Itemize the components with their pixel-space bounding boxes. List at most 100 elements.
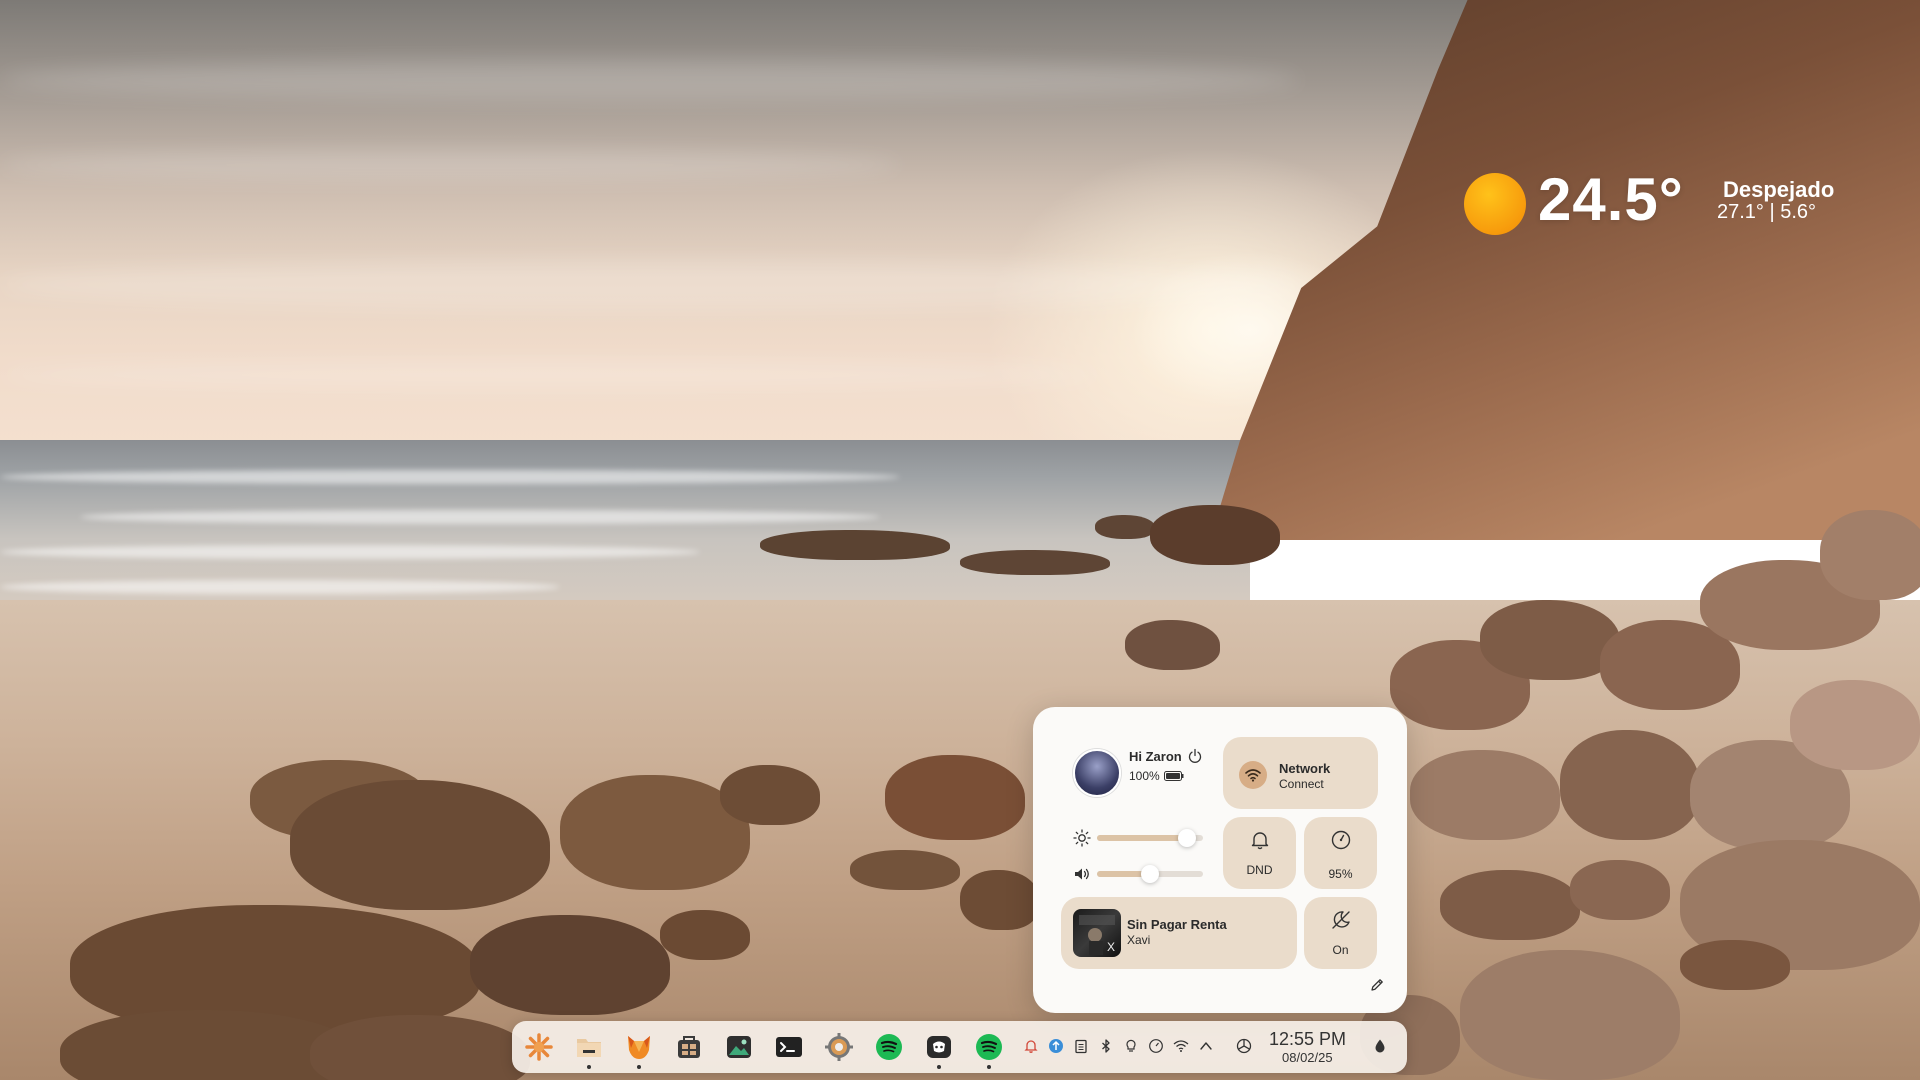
- rock: [1560, 730, 1700, 840]
- dnd-label: DND: [1246, 863, 1273, 877]
- running-indicator: [937, 1065, 941, 1069]
- chat-button[interactable]: [922, 1030, 956, 1069]
- store-button[interactable]: [672, 1030, 706, 1064]
- brightness-slider-knob[interactable]: [1178, 829, 1197, 847]
- rock: [885, 755, 1025, 840]
- rock: [1410, 750, 1560, 840]
- brightness-slider[interactable]: [1097, 829, 1203, 847]
- track-artist: Xavi: [1127, 933, 1151, 947]
- bell-icon: [1251, 832, 1269, 850]
- weather-condition: Despejado: [1723, 177, 1835, 202]
- running-indicator: [987, 1065, 991, 1069]
- rock: [1480, 600, 1620, 680]
- wave: [0, 580, 560, 594]
- image-viewer-button[interactable]: [722, 1030, 756, 1064]
- track-title: Sin Pagar Renta: [1127, 917, 1227, 932]
- rock: [1570, 860, 1670, 920]
- clock-date[interactable]: 08/02/25: [1282, 1050, 1333, 1065]
- dnd-tile[interactable]: DND: [1223, 817, 1296, 889]
- running-indicator: [637, 1065, 641, 1069]
- battery-icon: [1164, 771, 1184, 781]
- rock: [1680, 940, 1790, 990]
- sea: [0, 440, 1250, 620]
- rock: [1125, 620, 1220, 670]
- power-profile-icon[interactable]: [1148, 1038, 1164, 1054]
- cloud: [0, 360, 1100, 390]
- lightbulb-icon[interactable]: [1123, 1038, 1139, 1054]
- terminal-icon: [776, 1037, 802, 1057]
- rock: [1150, 505, 1280, 565]
- night-light-label: On: [1332, 943, 1349, 957]
- network-subtitle: Connect: [1279, 777, 1324, 791]
- gauge-icon: [1331, 830, 1351, 850]
- store-icon: [678, 1036, 700, 1058]
- folder-icon: [577, 1039, 601, 1057]
- firefox-icon: [628, 1036, 650, 1059]
- launcher-button[interactable]: [522, 1030, 556, 1064]
- network-title: Network: [1279, 761, 1331, 776]
- running-indicator: [587, 1065, 591, 1069]
- taskbar: 12:55 PM 08/02/25: [512, 1021, 1407, 1073]
- rock: [470, 915, 670, 1015]
- sun-icon: [1464, 173, 1526, 235]
- update-icon[interactable]: [1048, 1038, 1064, 1054]
- media-player-tile[interactable]: X Sin Pagar Renta Xavi: [1061, 897, 1297, 969]
- desktop-wallpaper: [0, 0, 1920, 1080]
- settings-icon: [825, 1033, 853, 1061]
- rock: [1460, 950, 1680, 1080]
- cloud: [0, 60, 1300, 100]
- bluetooth-icon[interactable]: [1098, 1038, 1114, 1054]
- rock: [720, 765, 820, 825]
- settings-cog-icon[interactable]: [1235, 1037, 1253, 1055]
- spotify-icon: [976, 1034, 1002, 1060]
- cloud: [0, 150, 900, 180]
- wave: [0, 545, 700, 559]
- avatar[interactable]: [1073, 749, 1121, 797]
- cloud: [0, 260, 1300, 310]
- spotify-icon: [876, 1034, 902, 1060]
- chevron-up-icon[interactable]: [1198, 1038, 1214, 1054]
- rock: [1790, 680, 1920, 770]
- clipboard-icon[interactable]: [1073, 1038, 1089, 1054]
- rock: [1820, 510, 1920, 600]
- power-icon[interactable]: [1187, 748, 1203, 764]
- terminal-button[interactable]: [772, 1030, 806, 1064]
- wave: [80, 510, 880, 524]
- rock: [760, 530, 950, 560]
- wifi-icon: [1239, 761, 1267, 789]
- wave: [0, 470, 900, 484]
- spotify-button[interactable]: [972, 1030, 1006, 1069]
- svg-text:X: X: [1107, 940, 1115, 954]
- battery-percent: 100%: [1129, 769, 1160, 783]
- rock: [850, 850, 960, 890]
- image-icon: [727, 1036, 751, 1058]
- volume-slider-knob[interactable]: [1141, 865, 1159, 883]
- rock: [1095, 515, 1155, 539]
- rock: [1440, 870, 1580, 940]
- album-art[interactable]: X: [1073, 909, 1121, 957]
- files-button[interactable]: [572, 1030, 606, 1069]
- control-center: Hi Zaron 100% Network Connect DND 95% X …: [1033, 707, 1407, 1013]
- brightness-slider-fill: [1097, 835, 1188, 841]
- brightness-icon: [1073, 829, 1091, 847]
- night-light-icon: [1332, 911, 1350, 929]
- notification-icon[interactable]: [1023, 1038, 1039, 1054]
- weather-temperature: 24.5°: [1538, 166, 1684, 233]
- rock: [960, 870, 1040, 930]
- pencil-icon[interactable]: [1369, 977, 1385, 993]
- spotify-button[interactable]: [872, 1030, 906, 1064]
- user-greeting: Hi Zaron: [1129, 749, 1182, 764]
- dropper-icon[interactable]: [1372, 1038, 1388, 1054]
- settings-button[interactable]: [822, 1030, 856, 1064]
- clock-time[interactable]: 12:55 PM: [1269, 1029, 1346, 1050]
- firefox-button[interactable]: [622, 1030, 656, 1069]
- rock: [960, 550, 1110, 575]
- chat-icon: [927, 1036, 951, 1058]
- performance-tile[interactable]: 95%: [1304, 817, 1377, 889]
- wifi-icon[interactable]: [1173, 1038, 1189, 1054]
- volume-slider[interactable]: [1097, 865, 1203, 883]
- network-tile[interactable]: Network Connect: [1223, 737, 1378, 809]
- night-light-tile[interactable]: On: [1304, 897, 1377, 969]
- rock: [660, 910, 750, 960]
- volume-icon: [1075, 868, 1089, 880]
